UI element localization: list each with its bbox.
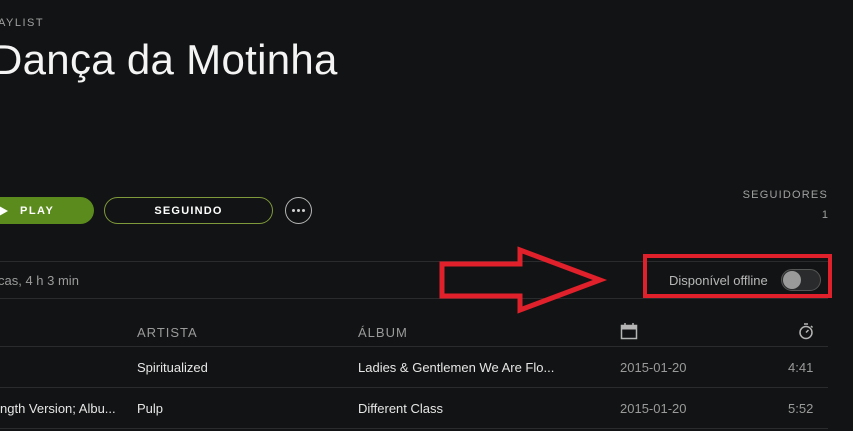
playlist-summary: cas, 4 h 3 min: [0, 273, 79, 288]
table-row[interactable]: ngth Version; Albu... Pulp Different Cla…: [0, 388, 828, 428]
more-options-button[interactable]: [285, 197, 312, 224]
followers-label: SEGUIDORES: [742, 189, 828, 201]
column-artist[interactable]: ARTISTA: [137, 325, 198, 340]
track-album[interactable]: Different Class: [358, 401, 573, 416]
following-button[interactable]: SEGUINDO: [104, 197, 273, 224]
play-button-label: PLAY: [20, 204, 55, 217]
track-artist[interactable]: Spiritualized: [137, 360, 337, 375]
track-title: ngth Version; Albu...: [0, 401, 116, 416]
track-date: 2015-01-20: [620, 401, 687, 416]
track-album[interactable]: Ladies & Gentlemen We Are Flo...: [358, 360, 573, 375]
more-dots-icon: [297, 209, 300, 212]
following-button-label: SEGUINDO: [154, 204, 223, 217]
track-date: 2015-01-20: [620, 360, 687, 375]
divider: [0, 298, 828, 299]
table-row[interactable]: Spiritualized Ladies & Gentlemen We Are …: [0, 347, 828, 387]
play-icon: [0, 205, 8, 216]
annotation-arrow: [439, 246, 608, 314]
more-dots-icon: [302, 209, 305, 212]
divider: [0, 428, 828, 429]
play-button[interactable]: PLAY: [0, 197, 94, 224]
stopwatch-icon[interactable]: [797, 322, 815, 340]
followers-count: 1: [821, 209, 828, 221]
track-duration: 4:41: [788, 360, 814, 375]
playlist-title: Dança da Motinha: [0, 36, 338, 83]
annotation-box: [643, 254, 832, 298]
more-dots-icon: [292, 209, 295, 212]
track-duration: 5:52: [788, 401, 814, 416]
column-album[interactable]: ÁLBUM: [358, 325, 408, 340]
playlist-type-label: AYLIST: [0, 17, 45, 29]
calendar-icon[interactable]: [620, 322, 638, 340]
track-artist[interactable]: Pulp: [137, 401, 337, 416]
